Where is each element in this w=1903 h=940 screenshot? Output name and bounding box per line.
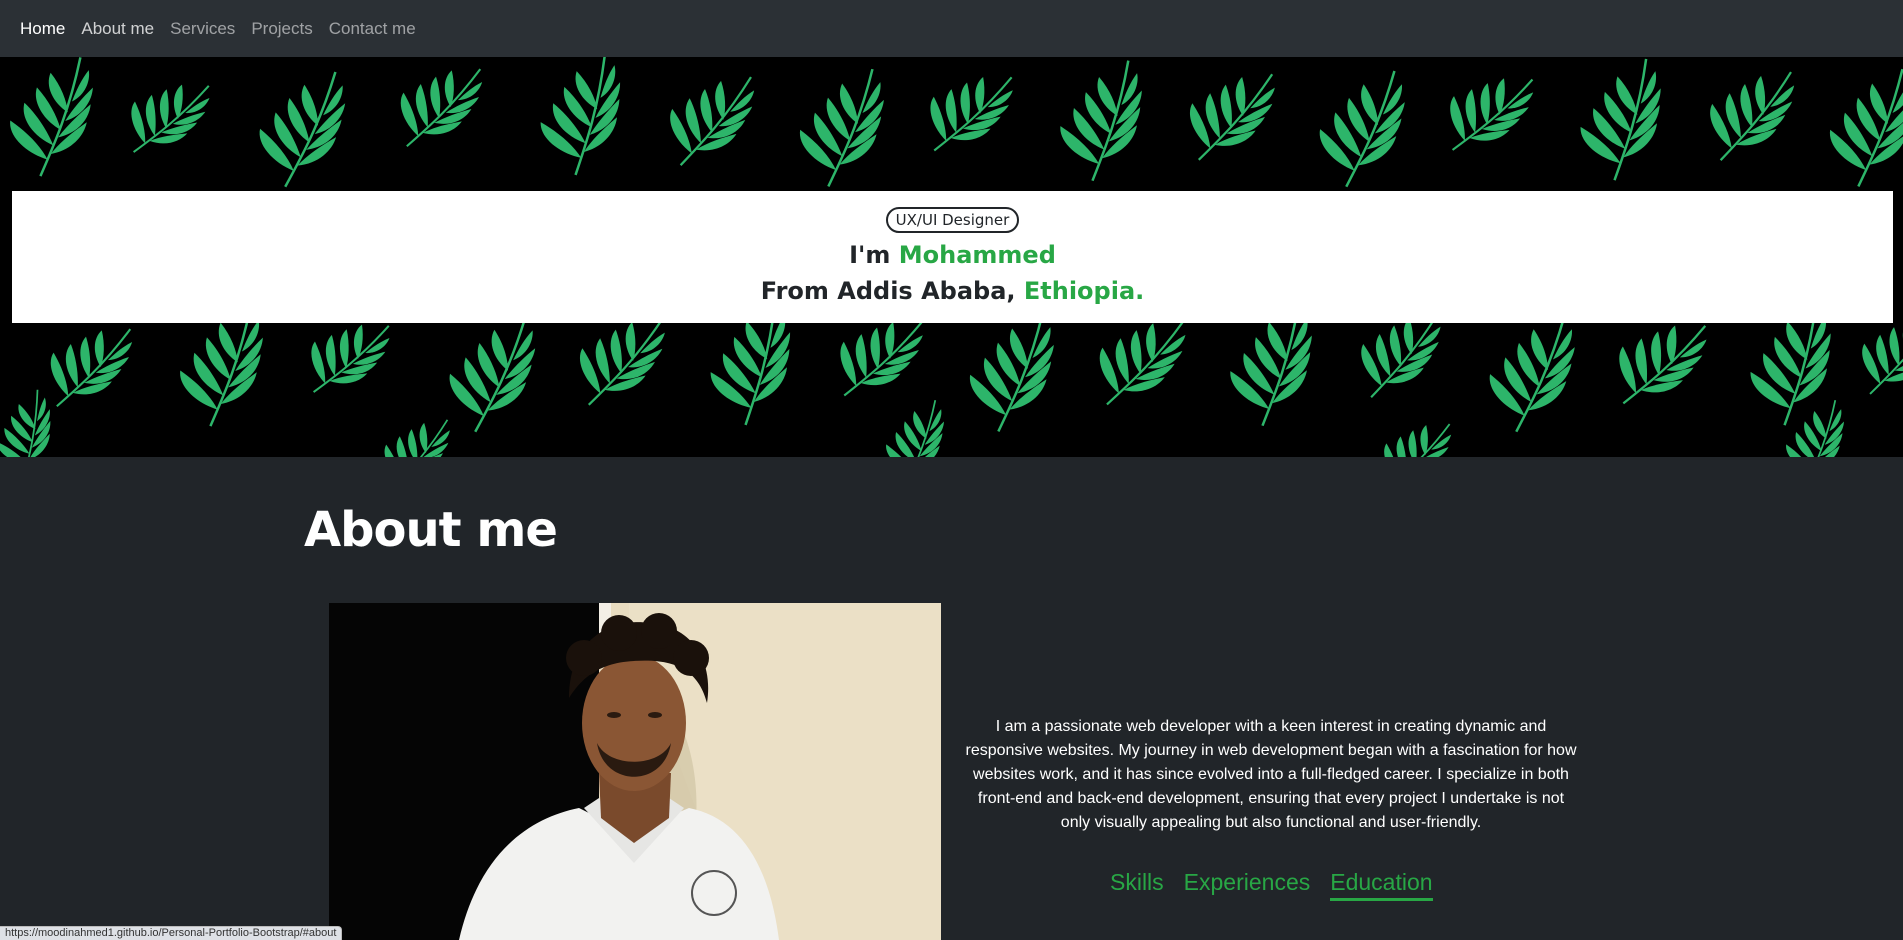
about-paragraph: I am a passionate web developer with a k… xyxy=(965,718,1577,831)
tab-experiences[interactable]: Experiences xyxy=(1184,869,1311,901)
location-prefix: From Addis Ababa, xyxy=(760,277,1024,305)
tab-skills[interactable]: Skills xyxy=(1110,869,1164,901)
hero-name: Mohammed xyxy=(898,241,1056,269)
greeting-prefix: I'm xyxy=(849,241,899,269)
nav-projects[interactable]: Projects xyxy=(251,19,312,39)
tab-education[interactable]: Education xyxy=(1330,869,1433,901)
browser-status-url: https://moodinahmed1.github.io/Personal-… xyxy=(0,926,343,940)
hero-country: Ethiopia. xyxy=(1023,277,1145,305)
nav-services[interactable]: Services xyxy=(170,19,235,39)
hero-banner: UX/UI Designer I'm Mohammed From Addis A… xyxy=(0,57,1903,457)
nav-home[interactable]: Home xyxy=(20,19,65,39)
hero-intro-card: UX/UI Designer I'm Mohammed From Addis A… xyxy=(12,191,1893,323)
profile-photo xyxy=(329,603,941,940)
nav-contact[interactable]: Contact me xyxy=(329,19,416,39)
nav-about[interactable]: About me xyxy=(81,19,154,39)
hero-greeting: I'm Mohammed xyxy=(12,237,1893,273)
about-tabs: Skills Experiences Education xyxy=(1100,869,1443,901)
about-heading: About me xyxy=(304,502,558,558)
role-badge: UX/UI Designer xyxy=(885,207,1020,233)
hero-location: From Addis Ababa, Ethiopia. xyxy=(12,273,1893,309)
top-navbar: Home About me Services Projects Contact … xyxy=(0,0,1903,57)
